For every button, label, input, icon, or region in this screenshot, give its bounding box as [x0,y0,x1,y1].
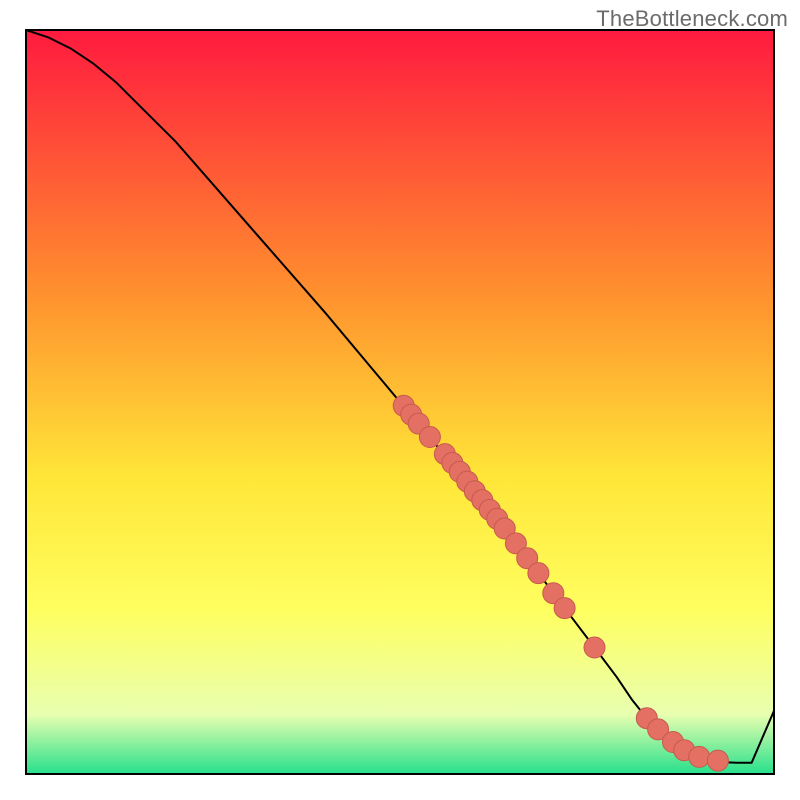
data-dot [584,637,605,658]
chart-stage: TheBottleneck.com [0,0,800,800]
data-dot [528,563,549,584]
data-dot [554,598,575,619]
data-dot [707,750,728,771]
chart-svg [0,0,800,800]
data-dot [689,746,710,767]
plot-area [26,30,774,774]
data-dot [419,427,440,448]
